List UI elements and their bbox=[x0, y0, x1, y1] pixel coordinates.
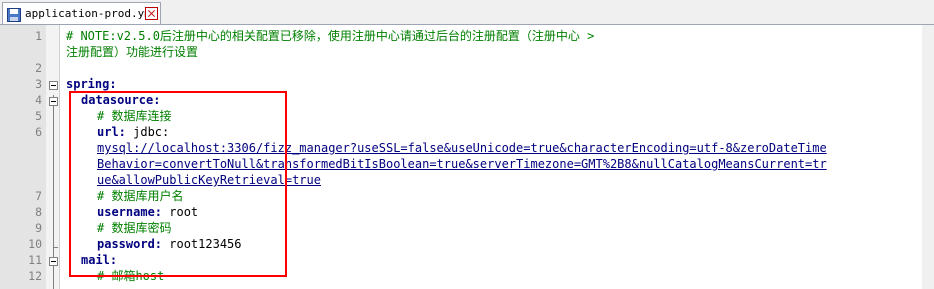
line-number: 6 bbox=[35, 125, 42, 139]
code-comment: 注册配置）功能进行设置 bbox=[66, 45, 199, 59]
tab-application-prod-yml[interactable]: application-prod.yml bbox=[2, 2, 161, 24]
line-number: 1 bbox=[35, 29, 42, 43]
code-comment: # NOTE:v2.5.0后注册中心的相关配置已移除，使用注册中心请通过后台的注… bbox=[66, 29, 595, 43]
close-icon[interactable] bbox=[145, 7, 158, 20]
line-number: 11 bbox=[28, 253, 42, 267]
save-icon bbox=[7, 7, 21, 26]
fold-collapse-icon[interactable] bbox=[49, 257, 58, 266]
line-number: 4 bbox=[35, 93, 42, 107]
line-number: 2 bbox=[35, 61, 42, 75]
line-number: 9 bbox=[35, 221, 42, 235]
line-number: 5 bbox=[35, 109, 42, 123]
code-editor[interactable]: 1 2 3 4 5 6 7 8 9 10 11 12 # NOTE:v2.5.0… bbox=[0, 25, 934, 289]
line-number: 7 bbox=[35, 189, 42, 203]
line-number: 10 bbox=[28, 237, 42, 251]
line-number-gutter: 1 2 3 4 5 6 7 8 9 10 11 12 bbox=[0, 25, 46, 289]
highlight-box bbox=[69, 91, 287, 277]
vertical-scrollbar[interactable] bbox=[922, 25, 934, 289]
line-number: 12 bbox=[28, 269, 42, 283]
tab-bar: application-prod.yml bbox=[0, 0, 934, 25]
yaml-key: spring: bbox=[66, 77, 117, 91]
fold-collapse-icon[interactable] bbox=[49, 97, 58, 106]
line-number: 8 bbox=[35, 205, 42, 219]
tab-label: application-prod.yml bbox=[25, 7, 158, 20]
fold-collapse-icon[interactable] bbox=[49, 81, 58, 90]
line-number: 3 bbox=[35, 77, 42, 91]
fold-end-marker bbox=[53, 247, 58, 248]
